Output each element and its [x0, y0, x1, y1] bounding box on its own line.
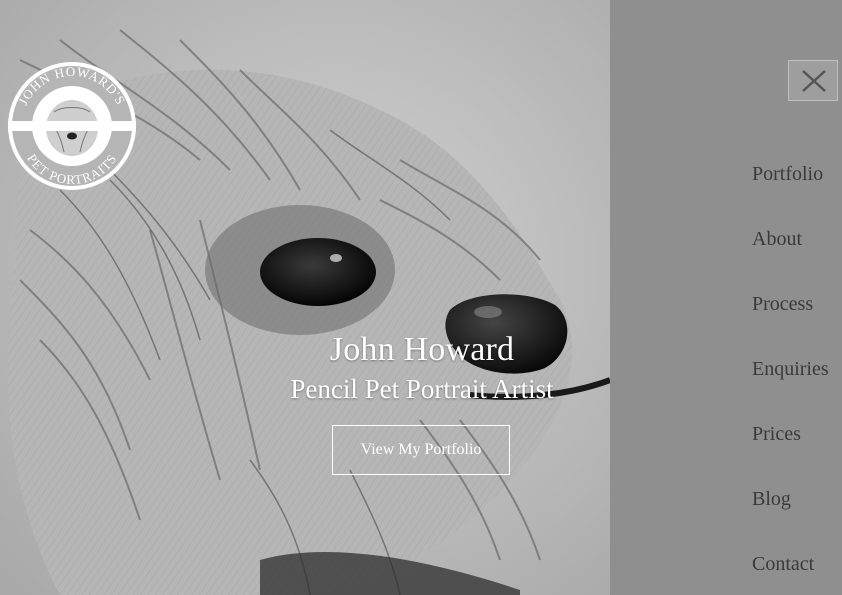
menu-item-prices[interactable]: Prices	[752, 420, 829, 485]
view-portfolio-button[interactable]: View My Portfolio	[332, 425, 510, 475]
hero-heading-group: John Howard Pencil Pet Portrait Artist	[222, 330, 610, 406]
page: JOHN HOWARD'S PET PORTRAITS John Howard …	[0, 0, 842, 595]
menu-item-enquiries[interactable]: Enquiries	[752, 355, 829, 420]
artist-subtitle: Pencil Pet Portrait Artist	[290, 374, 554, 404]
brand-logo[interactable]: JOHN HOWARD'S PET PORTRAITS	[6, 60, 138, 192]
menu-list: Portfolio About Process Enquiries Prices…	[752, 160, 829, 595]
close-menu-button[interactable]	[788, 60, 838, 101]
menu-item-about[interactable]: About	[752, 225, 829, 290]
menu-item-portfolio[interactable]: Portfolio	[752, 160, 829, 225]
close-icon	[802, 70, 826, 92]
menu-item-blog[interactable]: Blog	[752, 485, 829, 550]
artist-name: John Howard	[329, 331, 515, 368]
menu-item-contact[interactable]: Contact	[752, 550, 829, 595]
menu-item-process[interactable]: Process	[752, 290, 829, 355]
side-menu: Portfolio About Process Enquiries Prices…	[610, 0, 842, 595]
hero-section: JOHN HOWARD'S PET PORTRAITS John Howard …	[0, 0, 610, 595]
logo-badge-icon: JOHN HOWARD'S PET PORTRAITS	[8, 62, 136, 190]
